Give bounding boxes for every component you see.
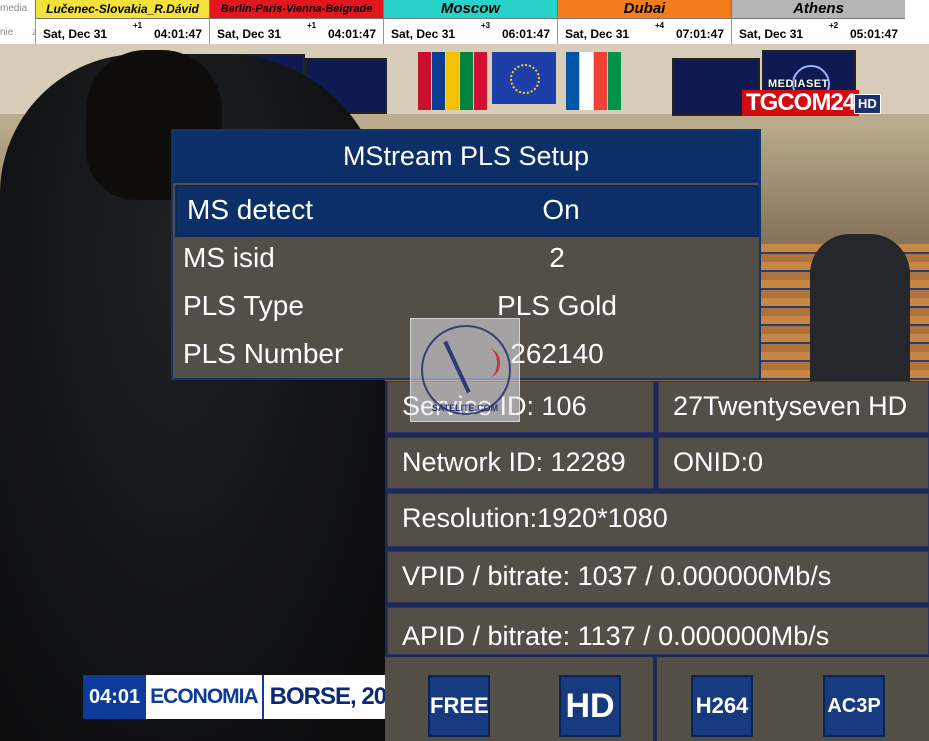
clock-datetime: Sat, Dec 31 +1 04:01:47 <box>209 19 383 44</box>
edge-label-top: media <box>0 3 28 14</box>
service-info-panel: Service ID: 106 27Twentyseven HD Network… <box>385 381 929 741</box>
flag-decoration <box>474 52 487 110</box>
flag-decoration <box>460 52 473 110</box>
badge-free: FREE <box>428 675 490 737</box>
clock-offset: +1 <box>307 21 317 30</box>
clock-city: Berlin-Paris-Vienna-Belgrade <box>209 0 383 19</box>
flag-decoration <box>608 52 621 110</box>
badge-hd: HD <box>559 675 621 737</box>
pls-row-value: On <box>542 194 580 225</box>
ticker-time: 04:01 <box>83 675 147 719</box>
flag-decoration <box>566 52 579 110</box>
clock-city: Athens <box>731 0 905 19</box>
clock-dubai: Dubai Sat, Dec 31 +4 07:01:47 <box>557 0 731 44</box>
edge-label-bottom: nie <box>0 27 14 38</box>
badge-h264: H264 <box>691 675 753 737</box>
pls-row-ms-isid[interactable]: MS isid 2 <box>173 235 759 283</box>
channel-logo: MEDIASET TGCOM24 HD <box>742 78 881 134</box>
clock-datetime: Sat, Dec 31 +1 04:01:47 <box>35 19 209 44</box>
clock-offset: +1 <box>133 21 143 30</box>
clock-datetime: Sat, Dec 31 +4 07:01:47 <box>557 19 731 44</box>
watermark: SATELITE.COM <box>410 318 520 422</box>
flag-decoration <box>580 52 593 110</box>
clock-time: 05:01:47 <box>849 27 898 41</box>
news-ticker: 04:01 ECONOMIA BORSE, 2022 IN R <box>83 675 400 719</box>
clock-date: Sat, Dec 31 <box>565 27 630 41</box>
channel-hd-badge: HD <box>854 94 881 114</box>
flag-decoration <box>594 52 607 110</box>
badge-divider <box>653 657 657 741</box>
clock-time: 04:01:47 <box>153 27 202 41</box>
clock-moscow: Moscow Sat, Dec 31 +3 06:01:47 <box>383 0 557 44</box>
watermark-text: SATELITE.COM <box>431 403 499 413</box>
flag-decoration <box>432 52 445 110</box>
clock-date: Sat, Dec 31 <box>739 27 804 41</box>
clock-city: Dubai <box>557 0 731 19</box>
flag-decoration <box>446 52 459 110</box>
world-clock-bar: media nie z Lučenec-Slovakia_R.Dávid Sat… <box>0 0 929 44</box>
clock-datetime: Sat, Dec 31 +2 05:01:47 <box>731 19 905 44</box>
pls-row-label: PLS Type <box>183 290 304 321</box>
clock-city: Moscow <box>383 0 557 19</box>
clock-datetime: Sat, Dec 31 +3 06:01:47 <box>383 19 557 44</box>
clock-date: Sat, Dec 31 <box>391 27 456 41</box>
ticker-headline: BORSE, 2022 IN R <box>263 675 400 719</box>
clock-time: 06:01:47 <box>501 27 550 41</box>
pls-row-label: MS detect <box>187 194 314 225</box>
pls-row-label: MS isid <box>183 242 275 273</box>
dialog-title: MStream PLS Setup <box>173 131 759 183</box>
clock-date: Sat, Dec 31 <box>43 27 108 41</box>
clock-offset: +2 <box>829 21 839 30</box>
flag-decoration <box>418 52 431 110</box>
pls-row-value: 2 <box>549 242 565 273</box>
audio-pid-bitrate: APID / bitrate: 1137 / 0.000000Mb/s <box>387 607 929 655</box>
channel-name: 27Twentyseven HD <box>658 381 929 433</box>
signal-wave-icon <box>479 349 500 377</box>
resolution: Resolution:1920*1080 <box>387 493 929 547</box>
onid: ONID:0 <box>658 437 929 489</box>
clock-date: Sat, Dec 31 <box>217 27 282 41</box>
channel-logo-name: TGCOM24 <box>742 90 860 116</box>
ticker-category: ECONOMIA <box>146 675 264 719</box>
clock-athens: Athens Sat, Dec 31 +2 05:01:47 <box>731 0 905 44</box>
clock-city: Lučenec-Slovakia_R.Dávid <box>35 0 209 19</box>
clock-berlin: Berlin-Paris-Vienna-Belgrade Sat, Dec 31… <box>209 0 383 44</box>
video-pid-bitrate: VPID / bitrate: 1037 / 0.000000Mb/s <box>387 551 929 603</box>
clock-offset: +3 <box>481 21 491 30</box>
badge-ac3p: AC3P <box>823 675 885 737</box>
eu-flag <box>492 52 556 104</box>
network-id: Network ID: 12289 <box>387 437 654 489</box>
pls-row-label: PLS Number <box>183 338 344 369</box>
clock-time: 07:01:47 <box>675 27 724 41</box>
pls-row-ms-detect[interactable]: MS detect On <box>175 185 759 237</box>
clock-time: 04:01:47 <box>327 27 376 41</box>
clock-offset: +4 <box>655 21 665 30</box>
clock-lucenec: Lučenec-Slovakia_R.Dávid Sat, Dec 31 +1 … <box>35 0 209 44</box>
